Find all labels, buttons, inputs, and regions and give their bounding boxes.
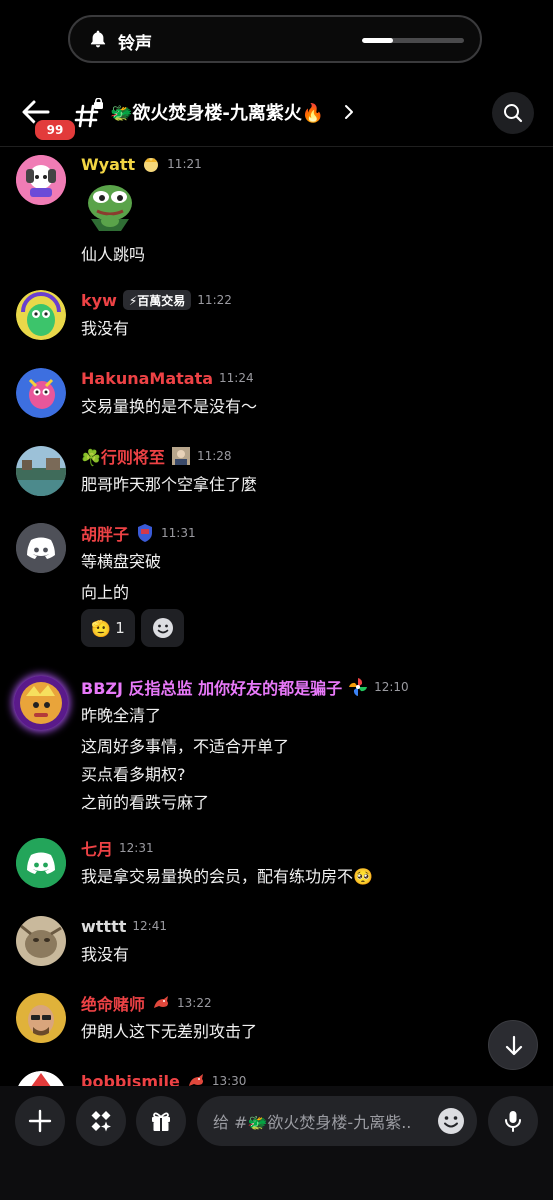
- gift-button[interactable]: [136, 1096, 186, 1146]
- timestamp: 11:31: [161, 526, 196, 540]
- username[interactable]: kyw: [81, 291, 117, 310]
- message-input[interactable]: [211, 1096, 431, 1148]
- username[interactable]: HakunaMatata: [81, 369, 213, 388]
- avatar[interactable]: [16, 368, 66, 418]
- username[interactable]: Wyatt: [81, 155, 135, 174]
- ringtone-label: 铃声: [118, 34, 152, 54]
- timestamp: 13:30: [211, 1074, 247, 1086]
- avatar[interactable]: [16, 523, 66, 573]
- timestamp: 12:10: [374, 680, 409, 694]
- arrow-down-icon: [505, 1035, 523, 1056]
- reaction-button[interactable]: 🫡 1: [81, 609, 135, 647]
- apps-button[interactable]: [76, 1096, 126, 1146]
- message-item[interactable]: HakunaMatata 11:24 交易量换的是不是没有～: [0, 367, 553, 427]
- add-reaction-icon: [152, 618, 173, 638]
- message-item[interactable]: BBZJ 反指总监 加你好友的都是骗子 12:10 昨晚全清了 这周好多事情，不…: [0, 676, 553, 816]
- message-input-wrapper: [197, 1096, 477, 1148]
- message-item[interactable]: 绝命赌师 13:22 伊朗人这下无差别攻击了: [0, 992, 553, 1052]
- avatar[interactable]: [14, 676, 68, 730]
- message-item[interactable]: bobbismile 13:30: [0, 1070, 553, 1086]
- jump-to-present-button[interactable]: [488, 1020, 538, 1070]
- message-text: 向上的: [81, 583, 130, 602]
- username[interactable]: wtttt: [81, 917, 126, 936]
- emoji-picker-icon[interactable]: [437, 1107, 465, 1135]
- gift-icon: [152, 1112, 170, 1131]
- avatar[interactable]: [16, 916, 66, 966]
- message-text: 买点看多期权?: [81, 765, 186, 784]
- username[interactable]: 七月: [81, 836, 113, 860]
- channel-title[interactable]: 🐲欲火焚身楼-九离紫火🔥: [110, 99, 324, 125]
- dragon-icon: [188, 1074, 203, 1086]
- message-text: 我没有: [81, 945, 130, 964]
- search-icon: [504, 104, 523, 123]
- badge-emoji-icon: [144, 158, 159, 172]
- chevron-right-icon[interactable]: [342, 102, 356, 122]
- header-divider: [0, 146, 553, 147]
- avatar[interactable]: [16, 993, 66, 1043]
- avatar[interactable]: [16, 155, 66, 205]
- message-item[interactable]: kyw ⚡百萬交易 11:22 我没有: [0, 289, 553, 349]
- username[interactable]: ☘️行则将至: [81, 444, 165, 468]
- message-item[interactable]: wtttt 12:41 我没有: [0, 915, 553, 975]
- channel-header: 99 🐲欲火焚身楼-九离紫火🔥: [0, 84, 553, 146]
- message-composer-bar: [0, 1086, 553, 1200]
- portrait-icon: [171, 447, 190, 465]
- avatar[interactable]: [16, 838, 66, 888]
- message-text: 仙人跳吗: [81, 245, 146, 264]
- message-text: 肥哥昨天那个空拿住了麼: [81, 475, 258, 494]
- plus-icon: [28, 1109, 52, 1133]
- volume-level: [362, 38, 393, 43]
- message-text: 交易量换的是不是没有～: [81, 397, 258, 416]
- microphone-icon: [505, 1111, 521, 1132]
- message-text: 这周好多事情，不适合开单了: [81, 737, 290, 756]
- avatar[interactable]: [16, 290, 66, 340]
- volume-slider[interactable]: [362, 38, 464, 43]
- timestamp: 13:22: [177, 996, 212, 1010]
- server-tag[interactable]: ⚡百萬交易: [122, 290, 192, 310]
- dragon-icon: [154, 996, 169, 1008]
- reaction-row: 🫡 1: [81, 609, 186, 649]
- username[interactable]: bobbismile: [81, 1072, 180, 1087]
- ringtone-volume-pill[interactable]: 铃声: [68, 15, 482, 63]
- timestamp: 11:24: [219, 371, 254, 385]
- message-text: 我没有: [81, 319, 130, 338]
- locked-channel-hash-icon: [74, 98, 103, 128]
- pinwheel-icon: [349, 678, 368, 696]
- message-text: 伊朗人这下无差别攻击了: [81, 1022, 258, 1041]
- message-item[interactable]: Wyatt 11:21 仙人跳吗: [0, 153, 553, 273]
- message-item[interactable]: 七月 12:31 我是拿交易量换的会员，配有练功房不🥺: [0, 837, 553, 897]
- message-text: 等横盘突破: [81, 552, 162, 571]
- discord-logo-icon: [16, 523, 66, 573]
- message-text: 我是拿交易量换的会员，配有练功房不🥺: [81, 867, 373, 886]
- message-text: 昨晚全清了: [81, 706, 162, 725]
- avatar[interactable]: [16, 446, 66, 496]
- apps-icon: [91, 1111, 111, 1132]
- bell-icon: [90, 30, 106, 48]
- add-attachment-button[interactable]: [15, 1096, 65, 1146]
- username[interactable]: 胡胖子: [81, 521, 129, 545]
- armor-icon: [138, 524, 153, 542]
- add-reaction-button[interactable]: [141, 609, 184, 647]
- timestamp: 11:22: [197, 293, 232, 307]
- timestamp: 11:21: [167, 157, 202, 171]
- notification-badge: 99: [33, 118, 77, 142]
- username[interactable]: 绝命赌师: [81, 991, 145, 1015]
- timestamp: 12:41: [132, 919, 167, 933]
- discord-logo-icon: [16, 838, 66, 888]
- avatar[interactable]: [16, 1071, 66, 1086]
- message-item[interactable]: ☘️行则将至 11:28 肥哥昨天那个空拿住了麼: [0, 445, 553, 505]
- timestamp: 12:31: [119, 841, 154, 855]
- search-button[interactable]: [492, 92, 534, 134]
- reaction-emoji: 🫡: [91, 618, 112, 638]
- voice-message-button[interactable]: [488, 1096, 538, 1146]
- username[interactable]: BBZJ 反指总监 加你好友的都是骗子: [81, 675, 342, 699]
- reaction-count: 1: [115, 619, 125, 637]
- message-item[interactable]: 胡胖子 11:31 等横盘突破 向上的 🫡 1: [0, 522, 553, 648]
- pepe-frog-sticker: [88, 185, 132, 231]
- timestamp: 11:28: [196, 449, 232, 463]
- message-text: 之前的看跌亏麻了: [81, 793, 210, 812]
